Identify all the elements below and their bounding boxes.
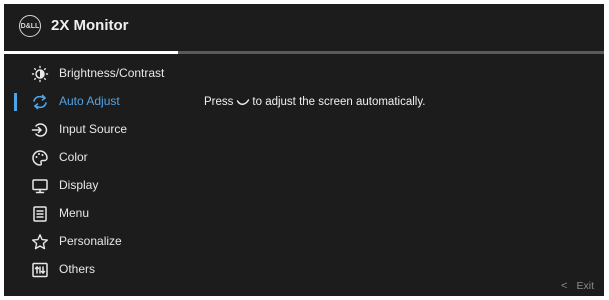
menu-item-label: Menu: [59, 206, 90, 220]
dell-logo: D&LL: [19, 15, 41, 37]
menu-item-brightness-contrast[interactable]: Brightness/Contrast: [4, 62, 184, 86]
color-palette-icon: [31, 149, 49, 167]
auto-adjust-icon: [31, 93, 49, 111]
exit-button[interactable]: < Exit: [561, 280, 594, 292]
menu-item-personalize[interactable]: Personalize: [4, 230, 184, 254]
menu-item-label: Display: [59, 178, 99, 192]
menu-item-auto-adjust[interactable]: Auto Adjust: [4, 90, 184, 114]
osd-title: 2X Monitor: [51, 17, 129, 34]
menu-item-menu[interactable]: Menu: [4, 202, 184, 226]
active-indicator: [14, 93, 17, 111]
osd-header: D&LL 2X Monitor: [4, 4, 604, 50]
chevron-left-icon: <: [561, 280, 568, 292]
menu-item-label: Auto Adjust: [59, 94, 120, 108]
menu-item-display[interactable]: Display: [4, 174, 184, 198]
menu-item-label: Brightness/Contrast: [59, 66, 165, 80]
display-icon: [31, 177, 49, 195]
menu-item-label: Color: [59, 150, 88, 164]
menu-item-input-source[interactable]: Input Source: [4, 118, 184, 142]
star-icon: [31, 233, 49, 251]
monitor-osd-panel: D&LL 2X Monitor Brightness/Contrast Auto…: [4, 4, 604, 296]
header-progress-fill: [4, 51, 178, 54]
menu-item-label: Others: [59, 262, 96, 276]
menu-item-label: Personalize: [59, 234, 122, 248]
input-source-icon: [31, 121, 49, 139]
brightness-icon: [31, 65, 49, 83]
exit-label: Exit: [576, 280, 594, 292]
check-icon: [236, 97, 250, 107]
others-icon: [31, 261, 49, 279]
menu-icon: [31, 205, 49, 223]
message-text-after: to adjust the screen automatically.: [252, 96, 426, 108]
header-progress-track: [4, 51, 604, 54]
menu-item-color[interactable]: Color: [4, 146, 184, 170]
auto-adjust-message: Press to adjust the screen automatically…: [204, 96, 425, 108]
menu-item-others[interactable]: Others: [4, 258, 184, 282]
message-text-before: Press: [204, 96, 234, 108]
menu-item-label: Input Source: [59, 122, 128, 136]
